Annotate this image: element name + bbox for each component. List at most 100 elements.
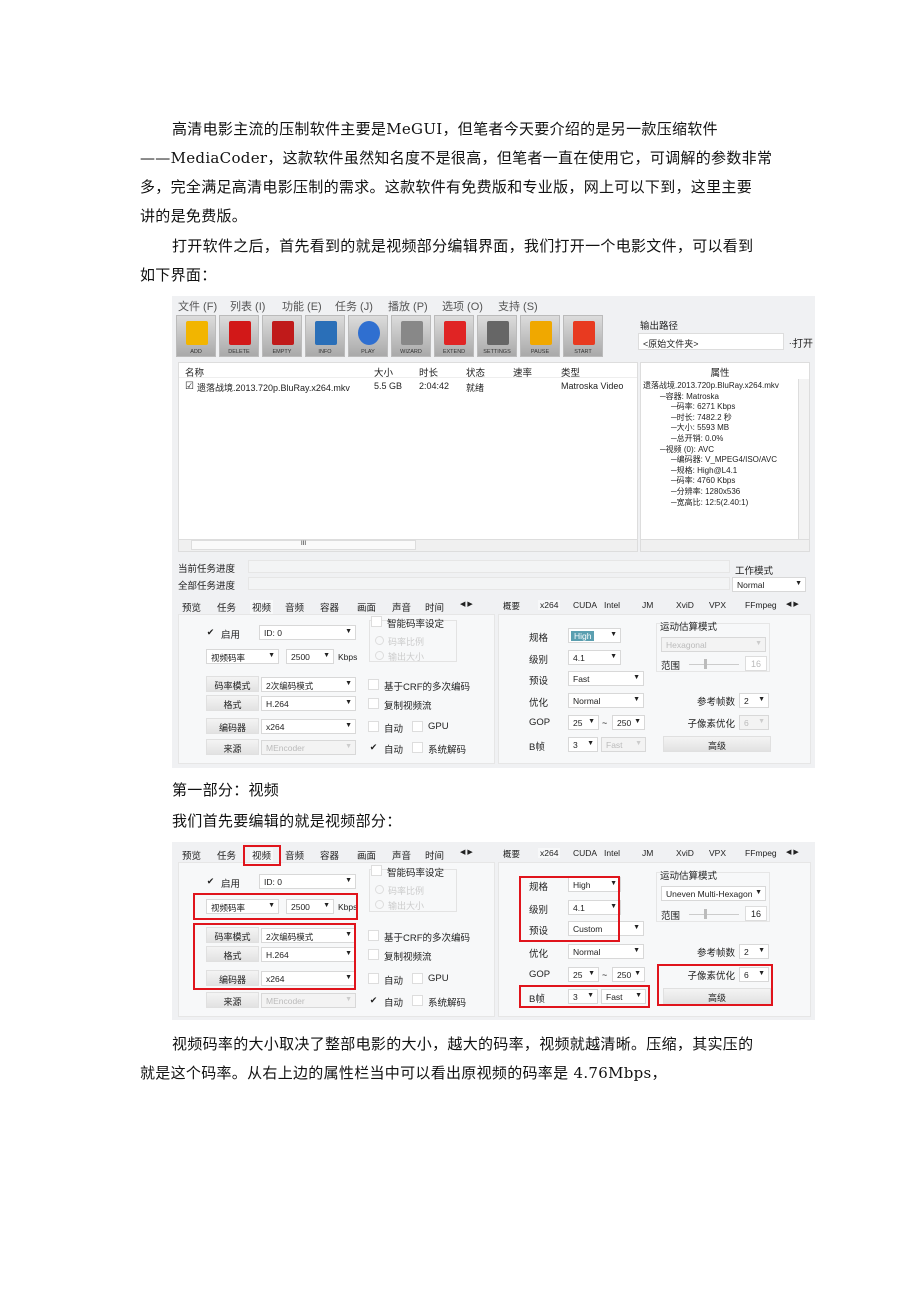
checkbox-box[interactable] xyxy=(412,721,423,732)
tab-scroll-arrows[interactable]: ◀ ▶ xyxy=(460,848,473,856)
checkbox-box[interactable] xyxy=(412,742,423,753)
open-button[interactable]: 打开 xyxy=(783,335,813,350)
checkbox-box[interactable]: ✔ xyxy=(205,627,216,638)
track-select[interactable]: ID: 0 ▼ xyxy=(259,625,356,640)
menu-5[interactable]: 选项 (O) xyxy=(442,298,483,314)
checkbox-box[interactable] xyxy=(412,972,423,984)
checkbox-box[interactable] xyxy=(371,864,382,876)
tab-声音[interactable]: 声音 xyxy=(392,848,411,862)
tab-容器[interactable]: 容器 xyxy=(320,848,339,862)
bitrate-select[interactable]: 2500 ▼ xyxy=(286,649,334,664)
tab-VPX[interactable]: VPX xyxy=(709,600,726,610)
tab-时间[interactable]: 时间 xyxy=(425,848,444,862)
encoder-button[interactable]: 编码器 xyxy=(206,718,259,734)
tune-select[interactable]: Normal ▼ xyxy=(568,693,644,708)
file-row[interactable]: ☑ 遗落战境.2013.720p.BluRay.x264.mkv 5.5 GB 2:0… xyxy=(179,380,637,394)
rate-control-select[interactable]: 2次编码模式 ▼ xyxy=(261,677,356,692)
ref-frames-select[interactable]: 2 ▼ xyxy=(739,944,769,960)
work-mode-select[interactable]: Normal ▼ xyxy=(732,577,806,592)
menu-2[interactable]: 功能 (E) xyxy=(282,298,322,314)
toolbar-play-button[interactable]: PLAY xyxy=(348,315,388,357)
tab-x264[interactable]: x264 xyxy=(538,848,561,858)
level-select[interactable]: 4.1 ▼ xyxy=(568,650,621,665)
checkbox-box[interactable] xyxy=(368,949,379,961)
tab-时间[interactable]: 时间 xyxy=(425,600,444,614)
checkbox-box[interactable]: ✔ xyxy=(368,742,379,753)
range-slider[interactable] xyxy=(689,914,739,916)
tab-JM[interactable]: JM xyxy=(642,848,653,858)
menu-4[interactable]: 播放 (P) xyxy=(388,298,428,314)
preset-select[interactable]: Fast ▼ xyxy=(568,671,644,686)
gop-max-select[interactable]: 250 ▼ xyxy=(612,966,645,982)
gop-max-select[interactable]: 250 ▼ xyxy=(612,715,645,730)
toolbar-start-button[interactable]: START xyxy=(563,315,603,357)
encoder-select[interactable]: x264 ▼ xyxy=(261,719,356,734)
tab-FFmpeg[interactable]: FFmpeg xyxy=(745,848,777,858)
tab-任务[interactable]: 任务 xyxy=(217,848,236,862)
format-button[interactable]: 格式 xyxy=(206,695,259,711)
tab-预览[interactable]: 预览 xyxy=(182,600,201,614)
motion-estimation-select[interactable]: Uneven Multi-Hexagon ▼ xyxy=(661,886,766,902)
row-checkbox[interactable]: ☑ xyxy=(185,381,194,392)
range-slider-thumb[interactable] xyxy=(704,659,707,669)
toolbar-extend-button[interactable]: EXTEND xyxy=(434,315,474,357)
bitrate-mode-select[interactable]: 视频码率 ▼ xyxy=(206,649,279,664)
checkbox-box[interactable] xyxy=(368,929,379,941)
tab-JM[interactable]: JM xyxy=(642,600,653,610)
format-select[interactable]: H.264 ▼ xyxy=(261,696,356,711)
menu-0[interactable]: 文件 (F) xyxy=(178,298,217,314)
checkbox-box[interactable]: ✔ xyxy=(368,995,379,1006)
tab-XviD[interactable]: XviD xyxy=(676,848,694,858)
checkbox-box[interactable] xyxy=(368,721,379,732)
tab-CUDA[interactable]: CUDA xyxy=(573,848,597,858)
bframes-select[interactable]: 3 ▼ xyxy=(568,737,598,752)
source-button[interactable]: 来源 xyxy=(206,739,259,755)
toolbar-empty-button[interactable]: EMPTY xyxy=(262,315,302,357)
tab-scroll-arrows[interactable]: ◀ ▶ xyxy=(786,600,799,608)
checkbox-box[interactable] xyxy=(371,616,382,627)
toolbar-settings-button[interactable]: SETTINGS xyxy=(477,315,517,357)
scrollbar-thumb[interactable]: III xyxy=(191,540,416,550)
output-path-field[interactable]: <原始文件夹> xyxy=(638,333,784,350)
range-slider[interactable] xyxy=(689,664,739,665)
toolbar-info-button[interactable]: INFO xyxy=(305,315,345,357)
tab-任务[interactable]: 任务 xyxy=(217,600,236,614)
tab-VPX[interactable]: VPX xyxy=(709,848,726,858)
range-slider-thumb[interactable] xyxy=(704,909,707,920)
vertical-scrollbar[interactable] xyxy=(798,379,809,539)
tab-容器[interactable]: 容器 xyxy=(320,600,339,614)
toolbar-pause-button[interactable]: PAUSE xyxy=(520,315,560,357)
menu-1[interactable]: 列表 (I) xyxy=(230,298,265,314)
horizontal-scrollbar[interactable] xyxy=(641,539,809,551)
tab-概要[interactable]: 概要 xyxy=(503,848,520,860)
tab-CUDA[interactable]: CUDA xyxy=(573,600,597,610)
gop-min-select[interactable]: 25 ▼ xyxy=(568,966,599,982)
toolbar-add-button[interactable]: ADD xyxy=(176,315,216,357)
tune-select[interactable]: Normal ▼ xyxy=(568,944,644,960)
rate-control-button[interactable]: 码率模式 xyxy=(206,676,259,692)
track-select[interactable]: ID: 0 ▼ xyxy=(259,874,356,890)
tab-scroll-arrows[interactable]: ◀ ▶ xyxy=(460,600,473,608)
checkbox-box[interactable] xyxy=(368,698,379,709)
tab-XviD[interactable]: XviD xyxy=(676,600,694,610)
tab-Intel[interactable]: Intel xyxy=(604,600,620,610)
advanced-button[interactable]: 高级 xyxy=(663,736,771,752)
tab-画面[interactable]: 画面 xyxy=(357,848,376,862)
menu-3[interactable]: 任务 (J) xyxy=(335,298,373,314)
source-button[interactable]: 来源 xyxy=(206,991,259,1008)
menu-6[interactable]: 支持 (S) xyxy=(498,298,538,314)
checkbox-box[interactable] xyxy=(412,994,423,1006)
tab-scroll-arrows[interactable]: ◀ ▶ xyxy=(786,848,799,856)
tab-声音[interactable]: 声音 xyxy=(392,600,411,614)
gop-min-select[interactable]: 25 ▼ xyxy=(568,715,599,730)
tab-音频[interactable]: 音频 xyxy=(285,600,304,614)
tab-音频[interactable]: 音频 xyxy=(285,848,304,862)
ref-frames-select[interactable]: 2 ▼ xyxy=(739,693,769,708)
tab-画面[interactable]: 画面 xyxy=(357,600,376,614)
checkbox-box[interactable] xyxy=(368,679,379,690)
tab-Intel[interactable]: Intel xyxy=(604,848,620,858)
tab-视频[interactable]: 视频 xyxy=(250,600,274,614)
profile-select[interactable]: High ▼ xyxy=(568,628,621,643)
tab-FFmpeg[interactable]: FFmpeg xyxy=(745,600,777,610)
tab-预览[interactable]: 预览 xyxy=(182,848,201,862)
